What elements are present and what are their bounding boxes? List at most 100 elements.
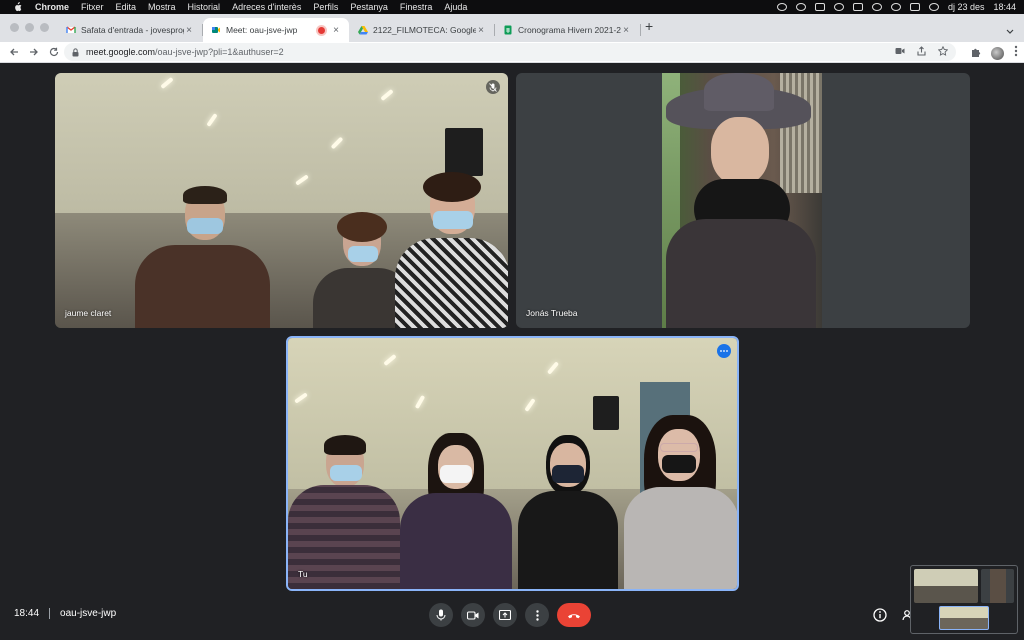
person-figure	[518, 435, 618, 589]
camera-button[interactable]	[461, 603, 485, 627]
menu-pestanya[interactable]: Pestanya	[350, 2, 388, 12]
close-tab-icon[interactable]: ×	[184, 25, 194, 36]
spotlight-search-icon[interactable]	[890, 3, 901, 11]
screen-record-icon[interactable]	[795, 3, 806, 11]
url-path: /oau-jsve-jwp?pli=1&authuser=2	[155, 47, 284, 57]
wifi-icon[interactable]	[871, 3, 882, 11]
person-figure	[395, 172, 508, 328]
address-bar[interactable]: meet.google.com/oau-jsve-jwp?pli=1&authu…	[64, 43, 956, 61]
menu-fitxer[interactable]: Fitxer	[81, 2, 104, 12]
screen-share-preview[interactable]	[910, 565, 1018, 634]
person-figure	[666, 73, 816, 328]
tab-sheets[interactable]: Cronograma Hivern 2021-22.xl ×	[495, 18, 639, 42]
microphone-button[interactable]	[429, 603, 453, 627]
meeting-info-icon[interactable]	[873, 608, 887, 627]
meeting-time: 18:44	[14, 608, 40, 619]
bluetooth-icon[interactable]	[852, 3, 863, 11]
close-tab-icon[interactable]: ×	[476, 25, 486, 36]
menu-perfils[interactable]: Perfils	[313, 2, 338, 12]
more-options-icon[interactable]	[717, 344, 731, 358]
control-center-icon[interactable]	[909, 3, 920, 11]
tab-meet[interactable]: Meet: oau-jsve-jwp ×	[203, 18, 349, 42]
tab-drive[interactable]: 2122_FILMOTECA: Google Driv ×	[350, 18, 494, 42]
person-figure	[624, 415, 737, 589]
participant-name: jaume claret	[65, 308, 112, 318]
menu-finestra[interactable]: Finestra	[400, 2, 433, 12]
preview-tile	[914, 569, 978, 603]
menubar-status-area: dj 23 des 18:44	[776, 0, 1016, 14]
tab-title: Meet: oau-jsve-jwp	[226, 25, 298, 35]
toolbar-right	[971, 44, 1018, 62]
present-screen-button[interactable]	[493, 603, 517, 627]
video-feed	[288, 338, 737, 589]
video-feed	[662, 73, 822, 328]
lock-icon[interactable]	[72, 47, 79, 57]
participant-name: Jonás Trueba	[526, 308, 578, 318]
omnibox-actions	[895, 45, 949, 58]
macos-menubar: Chrome Fitxer Edita Mostra Historial Adr…	[0, 0, 1024, 14]
preview-tile	[981, 569, 1014, 603]
close-tab-icon[interactable]: ×	[331, 25, 341, 36]
drive-icon	[358, 25, 368, 35]
menubar-time[interactable]: 18:44	[993, 2, 1016, 12]
tab-title: Safata d'entrada - jovesprogra	[81, 25, 184, 35]
camera-permission-icon[interactable]	[895, 47, 905, 57]
tab-title: Cronograma Hivern 2021-22.xl	[518, 25, 621, 35]
gmail-icon	[66, 25, 76, 35]
reload-icon[interactable]	[46, 44, 62, 60]
siri-icon[interactable]	[928, 3, 939, 11]
bookmark-star-icon[interactable]	[937, 45, 949, 58]
participant-tile-jonas-trueba[interactable]: Jonás Trueba	[516, 73, 970, 328]
speaker-box	[445, 128, 483, 176]
meeting-details: 18:44 oau-jsve-jwp	[14, 608, 116, 619]
share-icon[interactable]	[917, 46, 926, 58]
meet-icon	[211, 25, 221, 35]
window-controls	[10, 23, 49, 32]
extensions-puzzle-icon[interactable]	[971, 44, 981, 62]
tab-separator	[202, 24, 203, 36]
divider	[49, 608, 51, 619]
tab-separator	[640, 24, 641, 36]
preview-tile	[939, 606, 989, 630]
browser-tab-strip: Safata d'entrada - jovesprogra × Meet: o…	[0, 14, 1024, 42]
sheets-icon	[503, 25, 513, 35]
back-arrow-icon[interactable]	[6, 44, 22, 60]
muted-mic-icon	[486, 80, 500, 94]
video-feed	[55, 73, 508, 328]
minimize-window-button[interactable]	[25, 23, 34, 32]
meeting-code: oau-jsve-jwp	[60, 608, 117, 619]
menu-edita[interactable]: Edita	[116, 2, 137, 12]
participant-tile-jaume-claret[interactable]: jaume claret	[55, 73, 508, 328]
menubar-date[interactable]: dj 23 des	[948, 2, 985, 12]
person-figure	[400, 433, 512, 589]
leave-call-button[interactable]	[557, 603, 591, 627]
menu-mostra[interactable]: Mostra	[148, 2, 176, 12]
person-figure	[288, 435, 400, 589]
close-tab-icon[interactable]: ×	[621, 25, 631, 36]
menu-adreces[interactable]: Adreces d'interès	[232, 2, 301, 12]
close-window-button[interactable]	[10, 23, 19, 32]
profile-avatar[interactable]	[991, 46, 1004, 60]
tab-gmail[interactable]: Safata d'entrada - jovesprogra ×	[58, 18, 202, 42]
tab-title: 2122_FILMOTECA: Google Driv	[373, 25, 476, 35]
participant-tile-self[interactable]: Tu	[286, 336, 739, 591]
battery-icon[interactable]	[814, 3, 825, 11]
participant-name: Tu	[298, 569, 308, 579]
apple-icon[interactable]	[13, 2, 23, 12]
creative-cloud-icon[interactable]	[776, 3, 787, 11]
browser-toolbar: meet.google.com/oau-jsve-jwp?pli=1&authu…	[0, 42, 1024, 63]
tab-search-chevron-icon[interactable]	[1006, 22, 1014, 40]
new-tab-button[interactable]: +	[645, 18, 653, 34]
menu-ajuda[interactable]: Ajuda	[444, 2, 467, 12]
menu-app-name[interactable]: Chrome	[35, 2, 69, 12]
zoom-window-button[interactable]	[40, 23, 49, 32]
person-figure	[135, 186, 270, 328]
recording-indicator-icon	[318, 26, 325, 34]
menu-historial[interactable]: Historial	[188, 2, 221, 12]
chrome-menu-icon[interactable]	[1014, 44, 1018, 62]
speaker-box	[593, 396, 619, 430]
more-options-button[interactable]	[525, 603, 549, 627]
url-host: meet.google.com	[86, 47, 156, 57]
link-icon[interactable]	[833, 3, 844, 11]
forward-arrow-icon[interactable]	[26, 44, 42, 60]
